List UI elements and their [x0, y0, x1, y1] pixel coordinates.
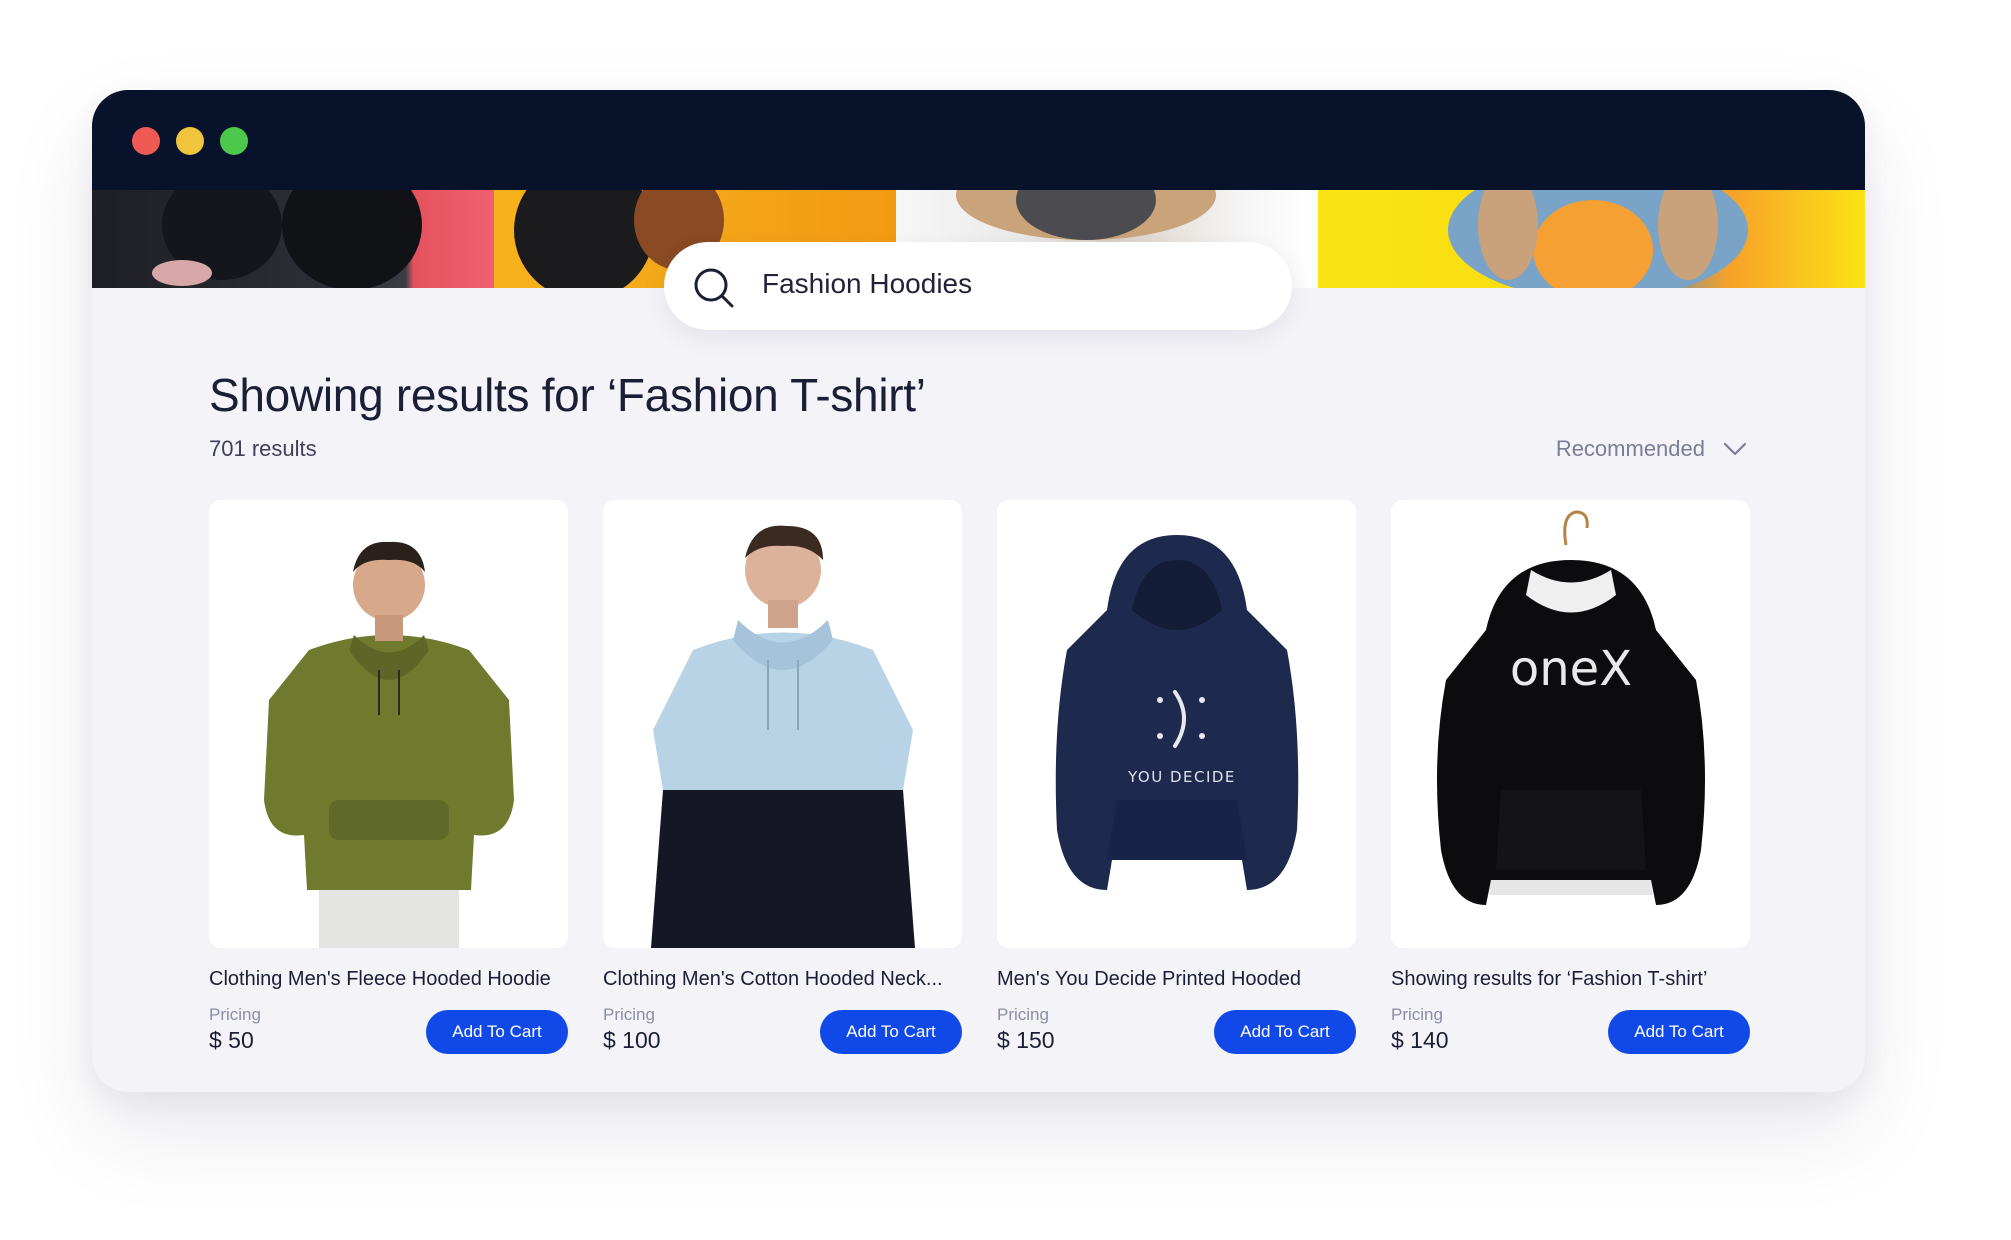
results-count: 701 results	[209, 436, 317, 461]
search-bar[interactable]: Fashion Hoodies	[664, 242, 1292, 330]
window-titlebar	[92, 90, 1865, 190]
browser-window: Fashion Hoodies Showing results for ‘Fas…	[92, 90, 1865, 1092]
pricing-label: Pricing	[209, 1005, 261, 1024]
add-to-cart-button[interactable]: Add To Cart	[426, 1010, 568, 1054]
product-price: $ 50	[209, 1027, 254, 1053]
navy-hoodie-image: YOU DECIDE	[1055, 535, 1299, 890]
product-price: $ 100	[603, 1027, 661, 1053]
product-title[interactable]: Men's You Decide Printed Hooded	[997, 968, 1367, 991]
results-heading: Showing results for ‘Fashion T-shirt’	[209, 369, 926, 421]
product-title[interactable]: Clothing Men's Fleece Hooded Hoodie	[209, 968, 579, 991]
pricing-label: Pricing	[1391, 1005, 1443, 1024]
black-hoodie-image: oneX	[1437, 510, 1705, 905]
search-icon[interactable]	[692, 266, 736, 310]
product-image[interactable]: YOU DECIDE	[997, 500, 1356, 948]
sort-dropdown[interactable]: Recommended	[1556, 434, 1747, 464]
search-input[interactable]: Fashion Hoodies	[762, 268, 972, 300]
product-image[interactable]	[603, 500, 962, 948]
add-to-cart-button[interactable]: Add To Cart	[820, 1010, 962, 1054]
close-window-dot[interactable]	[132, 127, 160, 155]
add-to-cart-button[interactable]: Add To Cart	[1608, 1010, 1750, 1054]
banner-photo-4	[1318, 190, 1865, 288]
product-title[interactable]: Clothing Men's Cotton Hooded Neck...	[603, 968, 973, 991]
product-title[interactable]: Showing results for ‘Fashion T-shirt’	[1391, 968, 1761, 991]
sort-label: Recommended	[1555, 436, 1705, 461]
hoodie-print-text: oneX	[1510, 641, 1632, 697]
pricing-label: Pricing	[997, 1005, 1049, 1024]
product-image[interactable]: oneX	[1391, 500, 1750, 948]
hoodie-print-text: YOU DECIDE	[1127, 768, 1236, 786]
pricing-label: Pricing	[603, 1005, 655, 1024]
olive-hoodie-image	[264, 541, 514, 948]
product-price: $ 140	[1391, 1027, 1449, 1053]
add-to-cart-button[interactable]: Add To Cart	[1214, 1010, 1356, 1054]
product-image[interactable]	[209, 500, 568, 948]
maximize-window-dot[interactable]	[220, 127, 248, 155]
minimize-window-dot[interactable]	[176, 127, 204, 155]
chevron-down-icon	[1723, 442, 1747, 456]
product-price: $ 150	[997, 1027, 1055, 1053]
blue-black-hoodie-image	[651, 525, 915, 948]
banner-photo-1	[92, 190, 494, 288]
